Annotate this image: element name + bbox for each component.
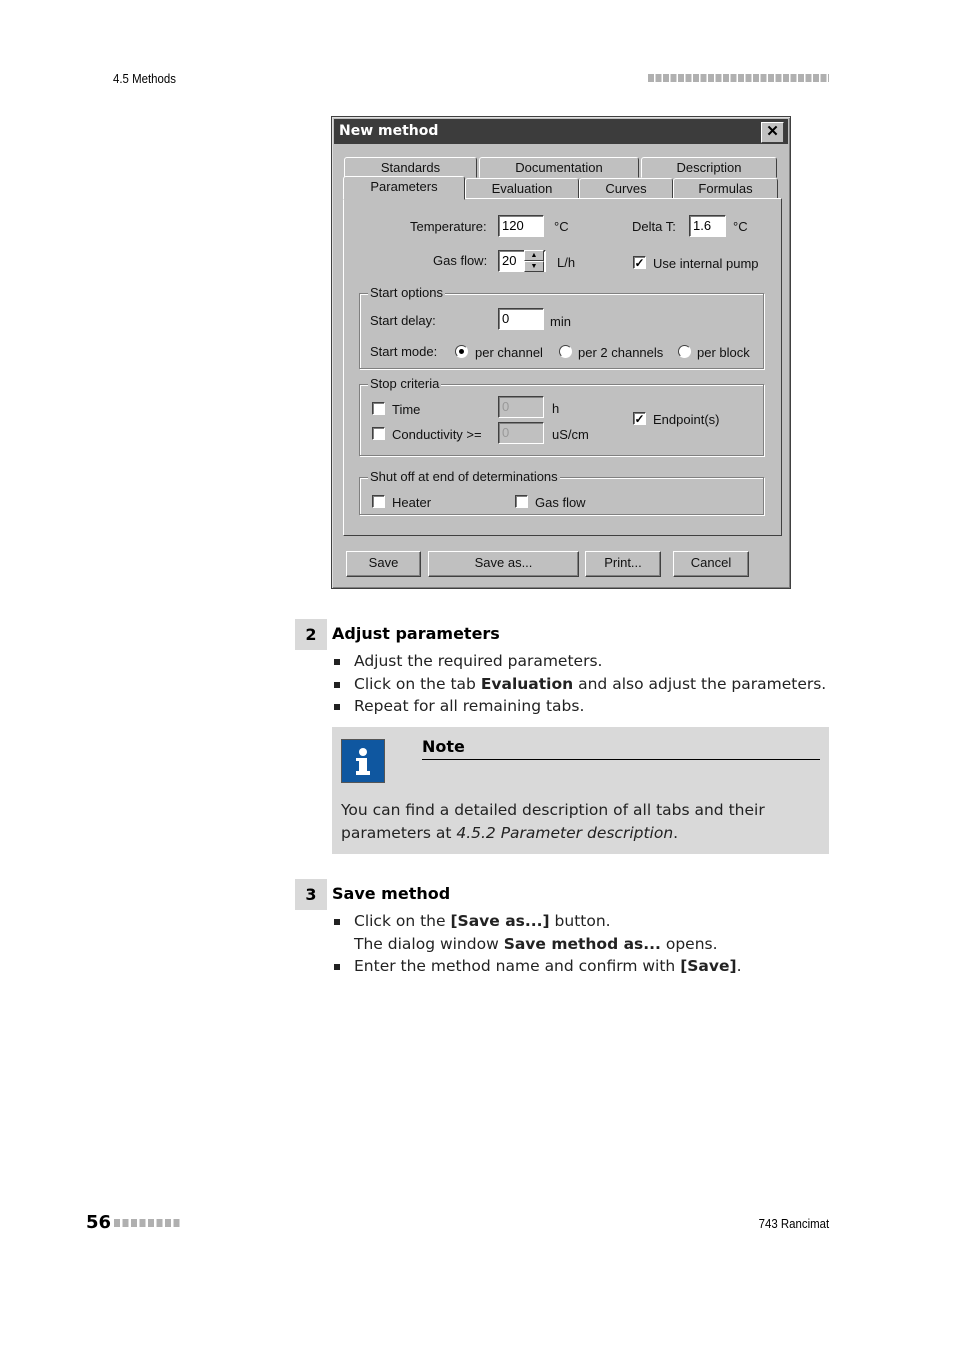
heater-label: Heater: [392, 495, 432, 510]
checkmark-icon: ✓: [634, 412, 645, 426]
radio-per-block[interactable]: [678, 345, 691, 358]
save-button[interactable]: Save: [346, 551, 421, 577]
time-checkbox[interactable]: [372, 402, 385, 415]
delta-t-unit: °C: [733, 219, 748, 234]
bullet-bold-text: Evaluation: [480, 674, 574, 693]
note-text: You can find a detailed description of a…: [341, 799, 826, 845]
close-icon: ✕: [766, 123, 779, 140]
conductivity-input[interactable]: 0: [498, 422, 544, 444]
tab-parameters[interactable]: Parameters: [343, 176, 465, 200]
bullet-text: Enter the method name and confirm with: [354, 957, 681, 975]
endpoints-checkbox[interactable]: ✓: [633, 412, 646, 425]
per-channel-label: per channel: [475, 345, 543, 360]
spin-down-icon[interactable]: ▼: [524, 261, 544, 272]
start-mode-label: Start mode:: [370, 344, 438, 359]
bullet-bold-text: Save method as...: [503, 934, 661, 953]
use-internal-pump-label: Use internal pump: [653, 256, 759, 271]
bullet-text: The dialog window: [354, 934, 504, 953]
step-title: Save method: [332, 884, 451, 903]
bullet-text: Click on the: [354, 912, 451, 930]
step-2-bullets: Adjust the required parameters. Click on…: [332, 650, 826, 718]
spin-up-icon[interactable]: ▲: [524, 250, 544, 261]
header-decoration: [648, 74, 829, 82]
note-text-end: .: [673, 824, 679, 842]
step-number: 2: [295, 619, 327, 650]
per-2-channels-label: per 2 channels: [578, 345, 664, 360]
temperature-unit: °C: [554, 219, 569, 234]
radio-per-2-channels[interactable]: [559, 345, 572, 358]
list-item: Click on the [Save as...] button. The dia…: [332, 910, 742, 955]
tab-curves[interactable]: Curves: [579, 178, 673, 199]
conductivity-label: Conductivity >=: [392, 427, 482, 442]
note-box: Note You can find a detailed description…: [332, 727, 829, 854]
product-name: 743 Rancimat: [758, 1216, 829, 1231]
gas-flow-label: Gas flow:: [433, 253, 488, 268]
dialog-titlebar[interactable]: New method ✕: [334, 119, 788, 144]
note-title: Note: [422, 737, 465, 756]
bullet-text: opens.: [660, 934, 718, 953]
checkmark-icon: ✓: [634, 256, 645, 270]
note-divider: [422, 759, 820, 760]
time-input[interactable]: 0: [498, 396, 544, 418]
shut-off-legend: Shut off at end of determinations: [368, 469, 560, 484]
tab-description[interactable]: Description: [641, 157, 777, 178]
gas-flow-unit: L/h: [557, 255, 576, 270]
bullet-bold-text: [Save]: [680, 957, 737, 975]
conductivity-unit: uS/cm: [552, 427, 589, 442]
bullet-bold-text: [Save as...]: [450, 912, 550, 930]
info-icon: [341, 739, 385, 783]
start-delay-label: Start delay:: [370, 313, 436, 328]
temperature-label: Temperature:: [410, 219, 487, 234]
delta-t-label: Delta T:: [632, 219, 676, 234]
tab-formulas[interactable]: Formulas: [673, 178, 778, 199]
list-item: Repeat for all remaining tabs.: [332, 695, 826, 718]
conductivity-checkbox[interactable]: [372, 427, 385, 440]
list-item: Enter the method name and confirm with […: [332, 955, 742, 978]
tab-documentation[interactable]: Documentation: [479, 157, 639, 178]
shutoff-gas-flow-label: Gas flow: [535, 495, 586, 510]
bullet-text: Repeat for all remaining tabs.: [354, 697, 585, 715]
note-reference-link[interactable]: 4.5.2 Parameter description: [456, 824, 673, 842]
new-method-dialog: New method ✕ Standards Documentation Des…: [331, 116, 791, 589]
temperature-input[interactable]: 120: [498, 215, 544, 237]
radio-per-channel[interactable]: [455, 345, 468, 358]
section-header: 4.5 Methods: [113, 71, 176, 86]
cancel-button[interactable]: Cancel: [673, 551, 749, 577]
start-delay-unit: min: [550, 314, 571, 329]
time-unit: h: [552, 401, 560, 416]
delta-t-input[interactable]: 1.6: [689, 215, 726, 237]
list-item: Click on the tab Evaluation and also adj…: [332, 673, 826, 696]
save-as-button[interactable]: Save as...: [428, 551, 579, 577]
bullet-text: Adjust the required parameters.: [354, 652, 603, 670]
gas-flow-spinner[interactable]: ▲ ▼: [524, 250, 544, 272]
dialog-title: New method: [339, 123, 439, 139]
use-internal-pump-checkbox[interactable]: ✓: [633, 256, 646, 269]
step-title: Adjust parameters: [332, 624, 500, 643]
heater-checkbox[interactable]: [372, 495, 385, 508]
bullet-text: and also adjust the parameters.: [573, 674, 827, 693]
time-label: Time: [392, 402, 421, 417]
bullet-text: Click on the tab: [354, 674, 481, 693]
footer-decoration: [114, 1219, 181, 1227]
shutoff-gas-flow-checkbox[interactable]: [515, 495, 528, 508]
bullet-text: .: [736, 957, 742, 975]
start-delay-input[interactable]: 0: [498, 308, 544, 330]
bullet-text: button.: [549, 912, 611, 930]
page-number: 56: [86, 1212, 112, 1233]
tab-standards[interactable]: Standards: [344, 157, 477, 178]
close-button[interactable]: ✕: [761, 122, 784, 143]
step-3-bullets: Click on the [Save as...] button. The dia…: [332, 910, 742, 978]
step-number: 3: [295, 879, 327, 910]
endpoints-label: Endpoint(s): [653, 412, 720, 427]
list-item: Adjust the required parameters.: [332, 650, 826, 673]
start-options-legend: Start options: [368, 285, 445, 300]
bullet-subtext: The dialog window Save method as... open…: [354, 933, 742, 956]
stop-criteria-legend: Stop criteria: [368, 376, 442, 391]
tab-evaluation[interactable]: Evaluation: [465, 178, 579, 199]
per-block-label: per block: [697, 345, 750, 360]
print-button[interactable]: Print...: [585, 551, 661, 577]
